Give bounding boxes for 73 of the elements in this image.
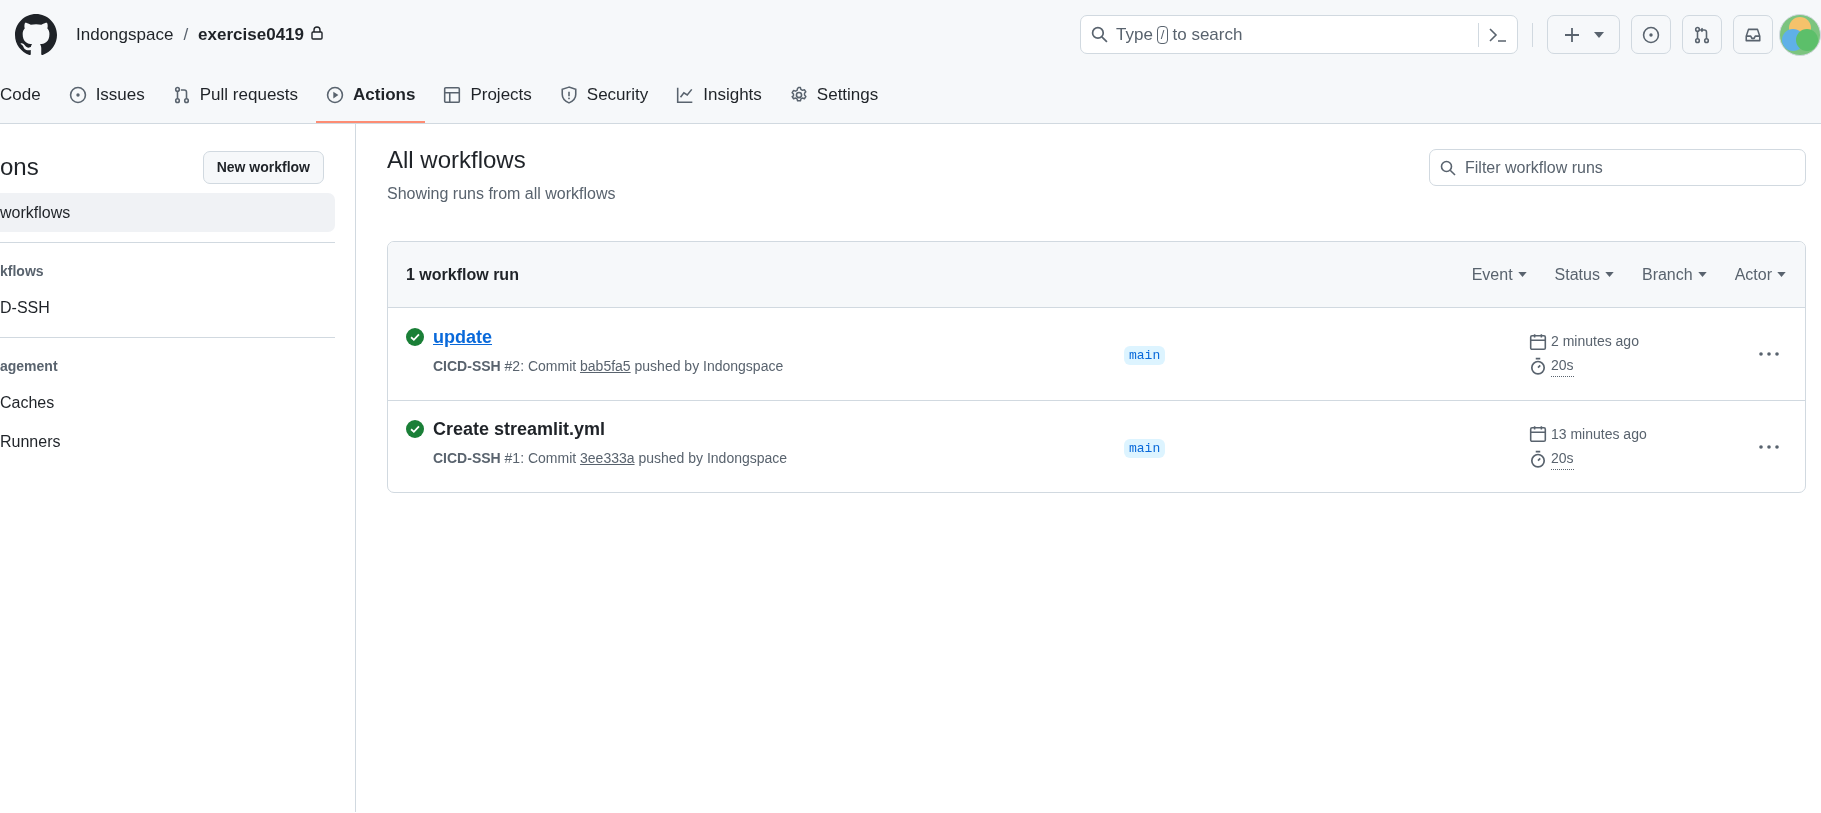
search-hint: Type [1116,23,1153,46]
calendar-icon [1529,332,1547,351]
play-icon [326,86,345,104]
sidebar-item[interactable]: D-SSH [0,288,335,327]
run-count: 1 workflow run [406,264,520,285]
nav-tab[interactable]: Issues [58,69,155,123]
filter-dropdown[interactable]: Actor [1734,262,1786,287]
page-title: All workflows [387,145,527,175]
caret-icon [1593,31,1604,38]
breadcrumb-separator: / [183,23,189,46]
issue-icon [68,86,87,104]
nav-tab[interactable]: Actions [316,69,426,123]
run-title-link[interactable]: update [433,323,784,351]
caret-icon [1604,272,1614,277]
commit-link[interactable]: bab5fa5 [580,357,631,374]
avatar-drawing [1781,15,1819,54]
issue-icon [1642,25,1660,44]
nav-tab[interactable]: Code [0,69,51,123]
nav-tab[interactable]: Pull requests [162,69,309,123]
section-heading: agement [0,357,59,376]
search-icon [1440,160,1456,176]
new-workflow-button[interactable]: New workflow [202,150,324,184]
sidebar-item[interactable]: Caches [0,383,335,422]
stopwatch-icon [1529,449,1547,468]
plus-icon [1563,26,1580,43]
command-palette-icon [1489,27,1507,42]
caret-icon [1517,272,1527,277]
sidebar-item[interactable]: workflows [0,193,335,232]
run-summary: CICD-SSH #2: Commit bab5fa5 pushed by Indongspace [433,356,784,376]
settings-icon [789,86,808,104]
sidebar-item[interactable]: Runners [0,422,335,461]
filter-dropdown[interactable]: Event [1471,262,1527,287]
commit-link[interactable]: 3ee333a [580,450,635,466]
calendar-icon [1529,425,1547,443]
issues-button[interactable] [1631,15,1671,54]
nav-tab[interactable]: Projects [433,69,542,123]
kebab-icon [1759,444,1779,449]
stopwatch-icon [1529,357,1547,375]
github-logo-icon[interactable] [15,13,57,56]
create-new-button[interactable] [1547,15,1620,54]
branch-label[interactable]: main [1124,438,1166,458]
run-time: 2 minutes ago [1551,332,1639,351]
run-time: 13 minutes ago [1551,424,1647,444]
caret-icon [1777,272,1786,277]
owner-link[interactable]: Indongspace [76,21,174,48]
filter-field[interactable]: Filter workflow runs [1429,149,1806,186]
caret-icon [1697,272,1707,277]
search-button[interactable]: Type / to search [1080,15,1518,54]
branch-label[interactable]: main [1124,346,1166,365]
page-subtitle: Showing runs from all workflows [387,184,616,204]
shield-icon [559,86,578,104]
kebab-icon [1759,352,1779,356]
repo-link[interactable]: exercise0419 [198,21,304,48]
nav-tab[interactable]: Insights [666,69,772,123]
search-icon [1091,26,1108,43]
pull-requests-button[interactable] [1682,15,1722,54]
pull-request-icon [1693,25,1711,44]
run-duration: 20s [1551,447,1574,470]
table-icon [443,86,462,104]
search-hint: to search [1172,23,1243,46]
graph-icon [676,86,695,104]
inbox-button[interactable] [1733,15,1773,54]
nav-tab[interactable]: Security [549,69,659,123]
sidebar-title: ons [0,152,39,182]
run-title-link[interactable]: Create streamlit.yml [433,416,788,443]
pull-request-icon [172,86,191,104]
shortcut-key: / [1156,25,1169,44]
nav-tab[interactable]: Settings [779,69,889,123]
filter-dropdown[interactable]: Branch [1641,262,1707,287]
run-summary: CICD-SSH #1: Commit 3ee333a pushed by Indongspace [433,449,788,468]
filter-dropdown[interactable]: Status [1554,262,1614,287]
section-heading: kflows [0,262,45,281]
run-duration: 20s [1551,355,1574,377]
